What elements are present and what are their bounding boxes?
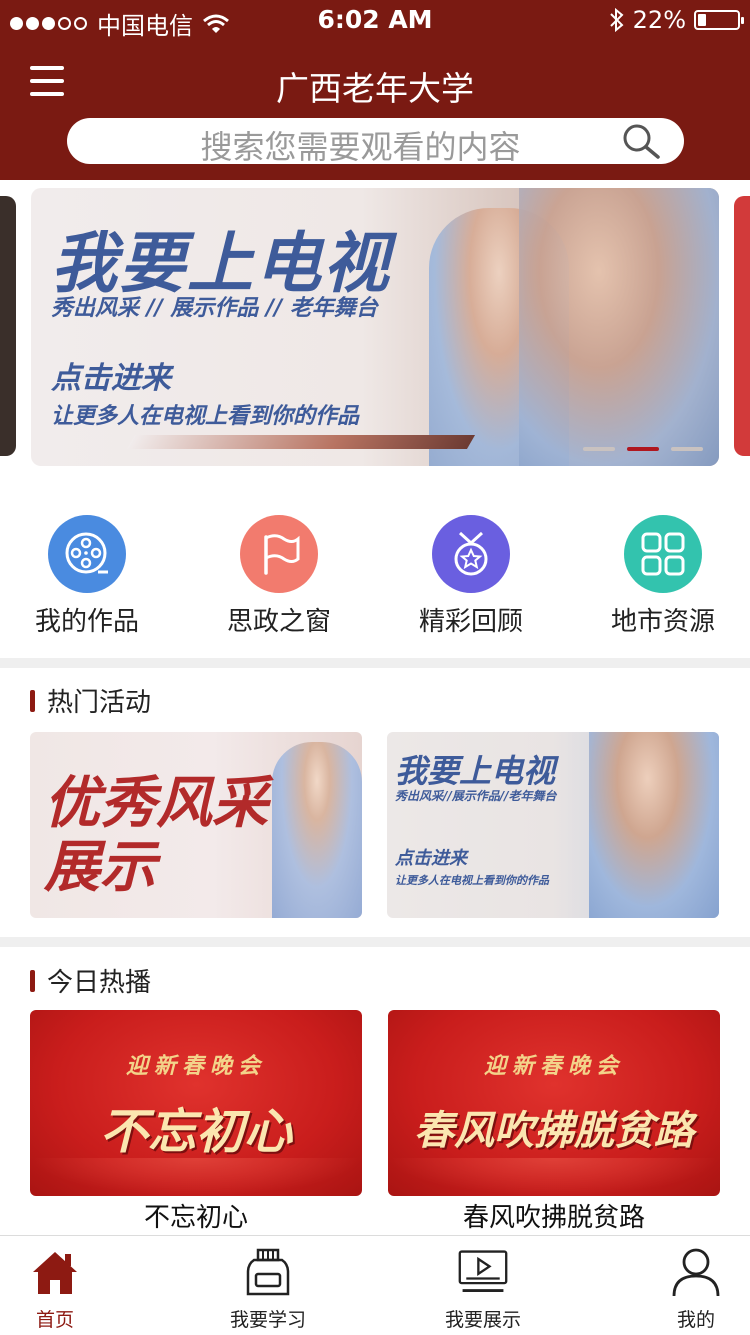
carousel-dot-active[interactable] bbox=[627, 447, 659, 451]
quick-nav-city-resources[interactable]: 地市资源 bbox=[568, 515, 750, 638]
banner-decor-bar bbox=[126, 435, 476, 449]
battery-percent: 22% bbox=[632, 6, 686, 34]
search-placeholder: 搜索您需要观看的内容 bbox=[200, 128, 521, 166]
section-header-today-hot: 今日热播 bbox=[30, 962, 151, 999]
quick-nav-politics-window[interactable]: 思政之窗 bbox=[184, 515, 374, 638]
section-header-hot-activities: 热门活动 bbox=[30, 682, 151, 719]
section-title: 今日热播 bbox=[47, 968, 152, 998]
battery-icon bbox=[694, 10, 744, 30]
banner-desc: 让更多人在电视上看到你的作品 bbox=[51, 404, 360, 429]
flag-icon bbox=[240, 515, 318, 593]
activity-title: 优秀风采展示 bbox=[44, 771, 268, 900]
tab-learn[interactable]: 我要学习 bbox=[193, 1236, 343, 1332]
search-input[interactable]: 搜索您需要观看的内容 bbox=[67, 118, 684, 166]
video-headline: 春风吹拂脱贫路 bbox=[414, 1108, 694, 1154]
quick-nav-label: 我的作品 bbox=[34, 607, 139, 637]
video-caption[interactable]: 春风吹拂脱贫路 bbox=[388, 1197, 720, 1234]
quick-nav: 我的作品 思政之窗 精彩回顾 地市资源 bbox=[0, 515, 750, 638]
carousel-next-peek[interactable] bbox=[734, 196, 750, 456]
carousel-indicators bbox=[583, 447, 703, 451]
activity-title: 我要上电视 bbox=[395, 752, 556, 790]
video-kicker: 迎新春晚会 bbox=[125, 1054, 266, 1079]
carousel-prev-peek[interactable] bbox=[0, 196, 16, 456]
activity-card-excellence[interactable]: 优秀风采展示 bbox=[30, 732, 362, 918]
section-marker bbox=[30, 689, 35, 712]
banner-subtitle: 秀出风采 // 展示作品 // 老年舞台 bbox=[51, 296, 378, 321]
home-icon bbox=[33, 1252, 77, 1294]
video-headline: 不忘初心 bbox=[99, 1104, 292, 1160]
tab-profile[interactable]: 我的 bbox=[621, 1236, 750, 1332]
carousel-dot[interactable] bbox=[583, 447, 615, 451]
app-header: 中国电信 6:02 AM 22% 广西老年大学 搜索您需要观看的内容 bbox=[0, 0, 750, 180]
video-card-thumbnail[interactable]: 迎新春晚会 春风吹拂脱贫路 bbox=[388, 1010, 720, 1196]
quick-nav-label: 精彩回顾 bbox=[418, 607, 523, 637]
section-title: 热门活动 bbox=[47, 688, 152, 718]
tab-label: 我要展示 bbox=[444, 1309, 521, 1331]
tab-home[interactable]: 首页 bbox=[0, 1236, 130, 1332]
video-caption[interactable]: 不忘初心 bbox=[30, 1197, 362, 1234]
section-divider bbox=[0, 937, 750, 947]
quick-nav-highlights[interactable]: 精彩回顾 bbox=[376, 515, 566, 638]
medal-star-icon bbox=[432, 515, 510, 593]
tab-label: 首页 bbox=[35, 1309, 74, 1331]
video-kicker: 迎新春晚会 bbox=[483, 1054, 624, 1079]
activity-subtitle: 秀出风采//展示作品//老年舞台 bbox=[395, 789, 557, 803]
status-bar: 中国电信 6:02 AM 22% bbox=[0, 0, 750, 40]
user-icon bbox=[672, 1248, 720, 1297]
video-card-thumbnail[interactable]: 迎新春晚会 不忘初心 bbox=[30, 1010, 362, 1196]
tab-label: 我的 bbox=[676, 1309, 715, 1331]
quick-nav-label: 思政之窗 bbox=[226, 607, 331, 637]
ink-bottle-icon bbox=[246, 1248, 290, 1296]
film-reel-icon bbox=[48, 515, 126, 593]
activity-card-tv[interactable]: 我要上电视 秀出风采//展示作品//老年舞台 点击进来 让更多人在电视上看到你的… bbox=[387, 732, 719, 918]
bottom-tab-bar: 首页 我要学习 我要展示 我的 bbox=[0, 1235, 750, 1335]
quick-nav-label: 地市资源 bbox=[610, 607, 715, 637]
activity-cta: 点击进来 bbox=[395, 848, 467, 869]
tab-showcase[interactable]: 我要展示 bbox=[408, 1236, 558, 1332]
bluetooth-icon bbox=[609, 8, 624, 32]
grid-icon bbox=[624, 515, 702, 593]
activity-desc: 让更多人在电视上看到你的作品 bbox=[395, 874, 549, 887]
carousel-dot[interactable] bbox=[671, 447, 703, 451]
banner-cta: 点击进来 bbox=[51, 361, 171, 396]
quick-nav-my-works[interactable]: 我的作品 bbox=[0, 515, 182, 638]
search-icon[interactable] bbox=[622, 123, 662, 159]
section-divider bbox=[0, 658, 750, 668]
activity-photo bbox=[589, 732, 719, 918]
page-title: 广西老年大学 bbox=[276, 69, 474, 108]
section-marker bbox=[30, 969, 35, 992]
banner-photo-woman bbox=[519, 188, 719, 466]
tab-label: 我要学习 bbox=[229, 1309, 306, 1331]
play-screen-icon bbox=[458, 1250, 508, 1292]
banner-slide[interactable]: 我要上电视 秀出风采 // 展示作品 // 老年舞台 点击进来 让更多人在电视上… bbox=[31, 188, 719, 466]
